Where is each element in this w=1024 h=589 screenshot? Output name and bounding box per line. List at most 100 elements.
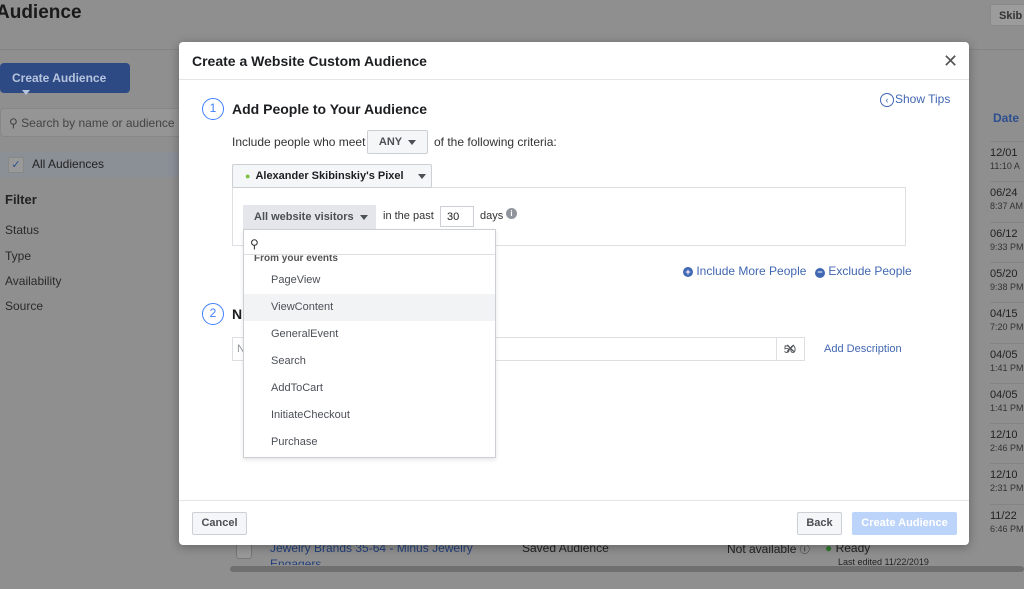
time: 11:10 A xyxy=(990,161,1020,171)
close-icon[interactable]: ✕ xyxy=(943,51,958,72)
show-tips-link[interactable]: ‹ Show Tips xyxy=(880,92,950,107)
page-title: Audience xyxy=(0,2,82,23)
clear-icon[interactable]: ✕ xyxy=(776,337,805,361)
chevron-left-circle-icon: ‹ xyxy=(880,93,894,107)
add-description-link[interactable]: Add Description xyxy=(824,343,902,355)
time: 8:37 AM xyxy=(990,201,1024,212)
create-audience-button[interactable]: Create Audience xyxy=(852,512,957,535)
filter-status[interactable]: Status xyxy=(5,223,39,237)
row-checkbox[interactable] xyxy=(236,543,252,559)
time: 9:38 PM xyxy=(990,281,1024,292)
caret-down-icon xyxy=(22,90,30,96)
caret-down-icon xyxy=(359,214,368,220)
date: 12/01 xyxy=(990,147,1018,159)
plus-circle-icon: + xyxy=(683,267,693,277)
back-button[interactable]: Back xyxy=(797,512,842,535)
time: 6:46 PM xyxy=(990,523,1024,534)
info-icon[interactable]: i xyxy=(506,208,517,219)
search-icon: ⚲ xyxy=(9,116,18,130)
date: 06/24 xyxy=(990,187,1018,200)
filter-source[interactable]: Source xyxy=(5,299,43,313)
dropdown-item-search[interactable]: Search xyxy=(244,348,495,375)
date-column-header[interactable]: Date xyxy=(993,111,1019,125)
filter-type[interactable]: Type xyxy=(5,249,31,263)
time: 9:33 PM xyxy=(990,241,1024,252)
time: 1:41 PM xyxy=(990,402,1024,413)
date: 04/15 xyxy=(990,308,1018,321)
date-cell: 04/05 1:41 PM xyxy=(990,382,1024,423)
event-dropdown: ⚲ From your events PageView ViewContent Ge… xyxy=(243,229,496,458)
date: 04/05 xyxy=(990,388,1018,401)
date-cell: 06/12 9:33 PM xyxy=(990,221,1024,262)
date: 12/10 xyxy=(990,469,1018,482)
modal-title: Create a Website Custom Audience xyxy=(179,42,969,80)
time: 2:31 PM xyxy=(990,483,1024,494)
dropdown-item-generalevent[interactable]: GeneralEvent xyxy=(244,321,495,348)
step1-title: Add People to Your Audience xyxy=(232,101,427,117)
time: 1:41 PM xyxy=(990,362,1024,373)
create-website-audience-modal: Create a Website Custom Audience ✕ ‹ Show… xyxy=(179,42,969,545)
audience-name-link-line2[interactable]: Engagers xyxy=(270,557,321,565)
caret-down-icon xyxy=(417,173,426,179)
exclude-label: Exclude People xyxy=(828,264,912,278)
date: 05/20 xyxy=(990,267,1018,280)
step-number: 2 xyxy=(202,303,224,325)
pixel-select[interactable]: ● Alexander Skibinskiy's Pixel xyxy=(232,164,432,188)
minus-circle-icon: − xyxy=(815,268,825,278)
step2-title: N xyxy=(232,306,243,322)
date-cell: 06/24 8:37 AM xyxy=(990,181,1024,221)
pixel-name: Alexander Skibinskiy's Pixel xyxy=(255,170,404,182)
footer-divider xyxy=(179,500,969,501)
show-tips-label: Show Tips xyxy=(895,92,951,106)
info-icon[interactable]: ⓘ xyxy=(800,545,810,556)
create-audience-dropdown-button[interactable]: Create Audience xyxy=(0,63,130,96)
dropdown-item-addtocart[interactable]: AddToCart xyxy=(244,375,495,402)
time: 2:46 PM xyxy=(990,443,1024,454)
visitors-select-value: All website visitors xyxy=(254,211,354,223)
date-cell: 11/22 6:46 PM xyxy=(990,503,1024,544)
days-input[interactable]: 30 xyxy=(440,206,474,227)
exclude-people-link[interactable]: − Exclude People xyxy=(815,264,912,278)
date-cell: 12/10 2:31 PM xyxy=(990,463,1024,503)
check-icon[interactable]: ✓ xyxy=(8,157,24,173)
account-button[interactable]: Skib xyxy=(990,4,1024,26)
pixel-status-dot-icon: ● xyxy=(245,171,251,181)
dropdown-item-pageview[interactable]: PageView xyxy=(244,267,495,294)
visitors-select[interactable]: All website visitors xyxy=(243,205,376,229)
last-edited: Last edited 11/22/2019 xyxy=(838,557,929,565)
step-number: 1 xyxy=(202,98,224,120)
in-the-past-label: in the past xyxy=(383,210,434,222)
date: 12/10 xyxy=(990,429,1018,442)
include-more-label: Include More People xyxy=(696,264,807,278)
date-cell: 05/20 9:38 PM xyxy=(990,261,1024,302)
date-cell: 12/01 11:10 A xyxy=(990,141,1024,181)
dropdown-item-purchase[interactable]: Purchase xyxy=(244,429,495,456)
caret-down-icon xyxy=(408,139,417,145)
date: 04/05 xyxy=(990,348,1018,361)
dropdown-section-label: From your events xyxy=(254,255,338,264)
filter-heading: Filter xyxy=(5,192,37,207)
date-cell: 12/10 2:46 PM xyxy=(990,423,1024,463)
include-suffix: of the following criteria: xyxy=(434,135,557,149)
include-prefix: Include people who meet xyxy=(232,135,366,149)
include-more-people-link[interactable]: + Include More People xyxy=(683,264,806,278)
horizontal-scrollbar[interactable] xyxy=(230,566,1024,572)
time: 7:20 PM xyxy=(990,322,1024,333)
search-icon: ⚲ xyxy=(250,237,259,251)
all-audiences-filter[interactable]: ✓ All Audiences xyxy=(0,152,180,177)
dropdown-search-input[interactable]: ⚲ xyxy=(244,230,495,255)
date-cell: 04/15 7:20 PM xyxy=(990,302,1024,342)
cancel-button[interactable]: Cancel xyxy=(192,512,247,535)
date: 11/22 xyxy=(990,509,1017,522)
match-value: ANY xyxy=(378,136,403,148)
days-label: days xyxy=(480,210,504,222)
audience-search-input[interactable]: ⚲ Search by name or audience xyxy=(0,108,185,137)
date: 06/12 xyxy=(990,227,1018,240)
date-cell: 04/05 1:41 PM xyxy=(990,342,1024,383)
dropdown-item-viewcontent[interactable]: ViewContent xyxy=(244,294,495,321)
filter-availability[interactable]: Availability xyxy=(5,274,61,288)
all-audiences-label: All Audiences xyxy=(32,157,105,172)
create-audience-label: Create Audience xyxy=(12,71,107,85)
match-select[interactable]: ANY xyxy=(367,130,428,154)
dropdown-item-initiatecheckout[interactable]: InitiateCheckout xyxy=(244,402,495,429)
